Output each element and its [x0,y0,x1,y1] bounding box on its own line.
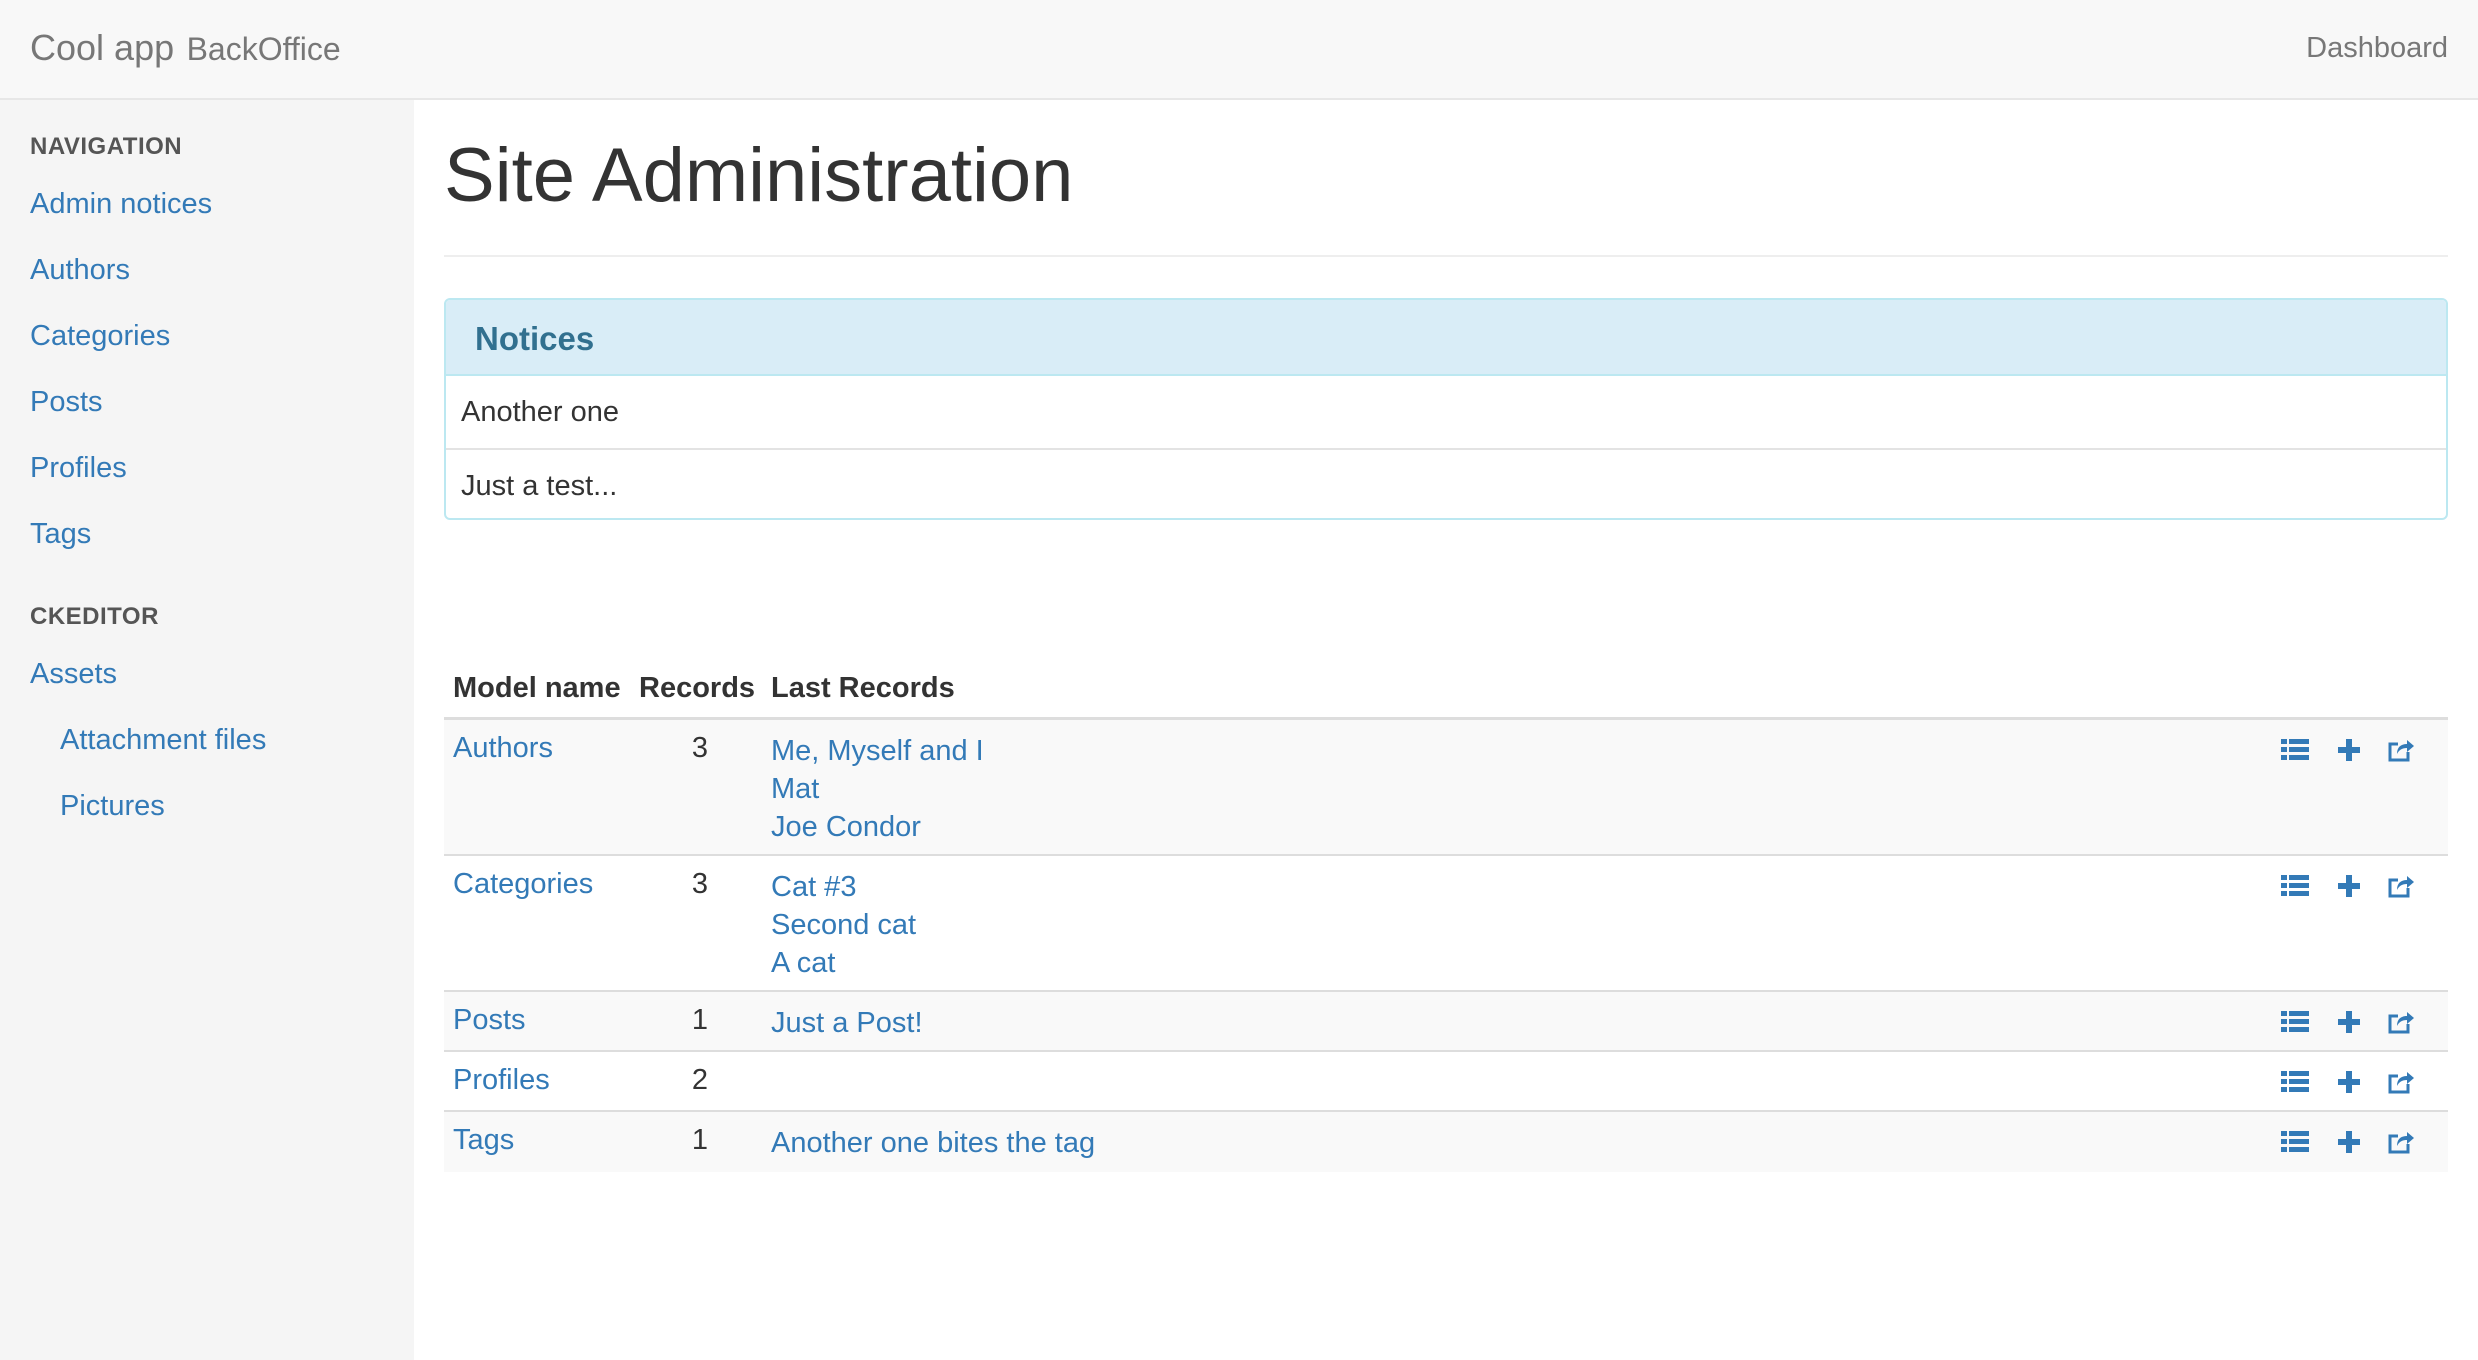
sidebar-item-admin-notices[interactable]: Admin notices [30,188,212,221]
share-icon[interactable] [2386,871,2418,903]
brand-link[interactable]: Cool app BackOffice [30,27,341,69]
header-last-records: Last Records [771,672,955,704]
title-divider [444,255,2448,257]
last-records: Cat #3 Second cat A cat [771,868,916,982]
sidebar-item-tags[interactable]: Tags [30,518,91,551]
sidebar-item-categories[interactable]: Categories [30,320,170,353]
sidebar: NAVIGATION Admin notices Authors Categor… [0,100,414,1360]
list-icon[interactable] [2280,1007,2312,1039]
list-icon[interactable] [2280,871,2312,903]
header-model-name: Model name [453,672,621,704]
plus-icon[interactable] [2334,871,2366,903]
last-records: Me, Myself and I Mat Joe Condor [771,732,984,846]
record-count: 3 [691,868,709,900]
table-row: Categories 3 Cat #3 Second cat A cat [444,856,2448,992]
sidebar-item-posts[interactable]: Posts [30,386,103,419]
record-link[interactable]: Mat [771,770,984,808]
model-link-authors[interactable]: Authors [453,732,553,765]
navigation-header: NAVIGATION [30,133,183,160]
top-navbar: Cool app BackOffice Dashboard [0,0,2478,100]
record-count: 3 [691,732,709,764]
record-count: 2 [691,1064,709,1096]
sidebar-item-authors[interactable]: Authors [30,254,130,287]
notices-heading: Notices [446,300,2446,376]
plus-icon[interactable] [2334,1007,2366,1039]
header-records: Records [639,672,756,704]
table-header: Model name Records Last Records [444,660,2448,720]
notice-item: Another one [461,396,620,428]
list-icon[interactable] [2280,1127,2312,1159]
page-title: Site Administration [444,133,1074,218]
list-icon[interactable] [2280,735,2312,767]
plus-icon[interactable] [2334,735,2366,767]
last-records: Another one bites the tag [771,1124,1095,1162]
model-link-categories[interactable]: Categories [453,868,593,901]
ckeditor-header: CKEDITOR [30,603,159,630]
last-records: Just a Post! [771,1004,923,1042]
share-icon[interactable] [2386,735,2418,767]
model-link-tags[interactable]: Tags [453,1124,514,1157]
record-link[interactable]: Second cat [771,906,916,944]
plus-icon[interactable] [2334,1067,2366,1099]
sidebar-item-assets[interactable]: Assets [30,658,117,691]
record-count: 1 [691,1004,709,1036]
notice-item: Just a test... [446,448,2446,518]
share-icon[interactable] [2386,1127,2418,1159]
record-link[interactable]: Another one bites the tag [771,1124,1095,1162]
plus-icon[interactable] [2334,1127,2366,1159]
sidebar-item-attachment-files[interactable]: Attachment files [60,724,266,757]
share-icon[interactable] [2386,1007,2418,1039]
table-row: Authors 3 Me, Myself and I Mat Joe Condo… [444,720,2448,856]
model-link-profiles[interactable]: Profiles [453,1064,550,1097]
table-row: Posts 1 Just a Post! [444,992,2448,1052]
list-icon[interactable] [2280,1067,2312,1099]
models-table: Model name Records Last Records Authors … [444,660,2448,1172]
dashboard-link[interactable]: Dashboard [2306,32,2448,65]
record-link[interactable]: Cat #3 [771,868,916,906]
sidebar-item-profiles[interactable]: Profiles [30,452,127,485]
sidebar-item-pictures[interactable]: Pictures [60,790,165,823]
model-link-posts[interactable]: Posts [453,1004,526,1037]
record-link[interactable]: Just a Post! [771,1004,923,1042]
table-row: Tags 1 Another one bites the tag [444,1112,2448,1172]
table-row: Profiles 2 [444,1052,2448,1112]
record-link[interactable]: Joe Condor [771,808,984,846]
app-subtitle: BackOffice [186,31,341,67]
notices-panel: Notices Another one Just a test... [444,298,2448,520]
record-link[interactable]: Me, Myself and I [771,732,984,770]
record-count: 1 [691,1124,709,1156]
record-link[interactable]: A cat [771,944,916,982]
share-icon[interactable] [2386,1067,2418,1099]
app-name: Cool app [30,27,175,68]
